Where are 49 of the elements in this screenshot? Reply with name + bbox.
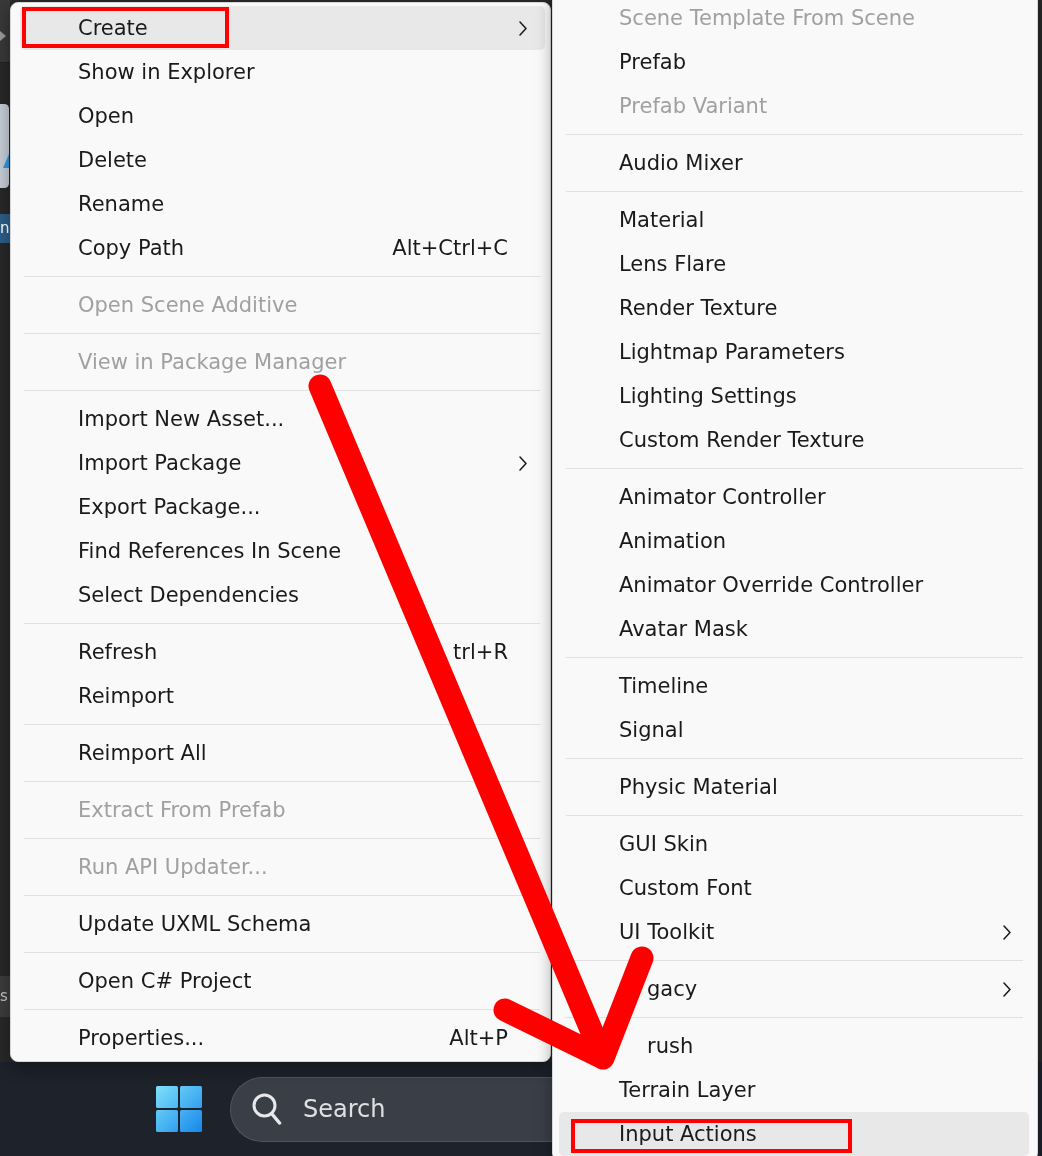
- menu-item[interactable]: Select Dependencies: [20, 573, 545, 617]
- menu-item[interactable]: Import Package: [20, 441, 545, 485]
- menu-item[interactable]: UI Toolkit: [559, 910, 1029, 954]
- menu-item[interactable]: Delete: [20, 138, 545, 182]
- menu-item[interactable]: Animator Controller: [559, 475, 1029, 519]
- search-field[interactable]: Search: [303, 1091, 399, 1127]
- shortcut-label: Alt+P: [449, 1026, 508, 1050]
- menu-item[interactable]: Import New Asset...: [20, 397, 545, 441]
- menu-item[interactable]: Refresh trl+R: [20, 630, 545, 674]
- menu-item[interactable]: Physic Material: [559, 765, 1029, 809]
- menu-item[interactable]: Lighting Settings: [559, 374, 1029, 418]
- menu-item[interactable]: Timeline: [559, 664, 1029, 708]
- menu-item[interactable]: Audio Mixer: [559, 141, 1029, 185]
- four-panes-icon[interactable]: [156, 1086, 202, 1132]
- menu-item[interactable]: Open C# Project: [20, 959, 545, 1003]
- menu-item[interactable]: Render Texture: [559, 286, 1029, 330]
- menu-item[interactable]: Avatar Mask: [559, 607, 1029, 651]
- menu-item[interactable]: Show in Explorer: [20, 50, 545, 94]
- shortcut-label: Alt+Ctrl+C: [392, 236, 508, 260]
- menu-item[interactable]: Signal: [559, 708, 1029, 752]
- menu-item[interactable]: Custom Render Texture: [559, 418, 1029, 462]
- shortcut-label: trl+R: [453, 640, 508, 664]
- menu-item[interactable]: Material: [559, 198, 1029, 242]
- menu-item[interactable]: Animator Override Controller: [559, 563, 1029, 607]
- menu-item[interactable]: Input Actions: [559, 1112, 1029, 1156]
- menu-item[interactable]: Create: [20, 6, 545, 50]
- menu-item[interactable]: Custom Font: [559, 866, 1029, 910]
- asset-name[interactable]: n: [0, 214, 10, 243]
- menu-item[interactable]: Find References In Scene: [20, 529, 545, 573]
- search-bar[interactable]: Search: [230, 1076, 552, 1142]
- search-icon: [252, 1093, 282, 1125]
- menu-item[interactable]: Update UXML Schema: [20, 902, 545, 946]
- menu-item[interactable]: Copy Path Alt+Ctrl+C: [20, 226, 545, 270]
- caret-icon[interactable]: [0, 31, 6, 41]
- menu-item[interactable]: Prefab: [559, 40, 1029, 84]
- menu-item[interactable]: rush: [629, 1024, 1029, 1068]
- menu-item[interactable]: Reimport All: [20, 731, 545, 775]
- menu-item[interactable]: Animation: [559, 519, 1029, 563]
- menu-item[interactable]: Lightmap Parameters: [559, 330, 1029, 374]
- menu-item[interactable]: Export Package...: [20, 485, 545, 529]
- menu-item[interactable]: GUI Skin: [559, 822, 1029, 866]
- menu-item[interactable]: Lens Flare: [559, 242, 1029, 286]
- menu-item[interactable]: Properties... Alt+P: [20, 1016, 545, 1060]
- menu-item[interactable]: Reimport: [20, 674, 545, 718]
- file-thumbnail-icon: [0, 104, 9, 188]
- menu-item[interactable]: Rename: [20, 182, 545, 226]
- menu-item[interactable]: gacy: [629, 967, 1029, 1011]
- menu-item[interactable]: Open: [20, 94, 545, 138]
- menu-item[interactable]: Terrain Layer: [559, 1068, 1029, 1112]
